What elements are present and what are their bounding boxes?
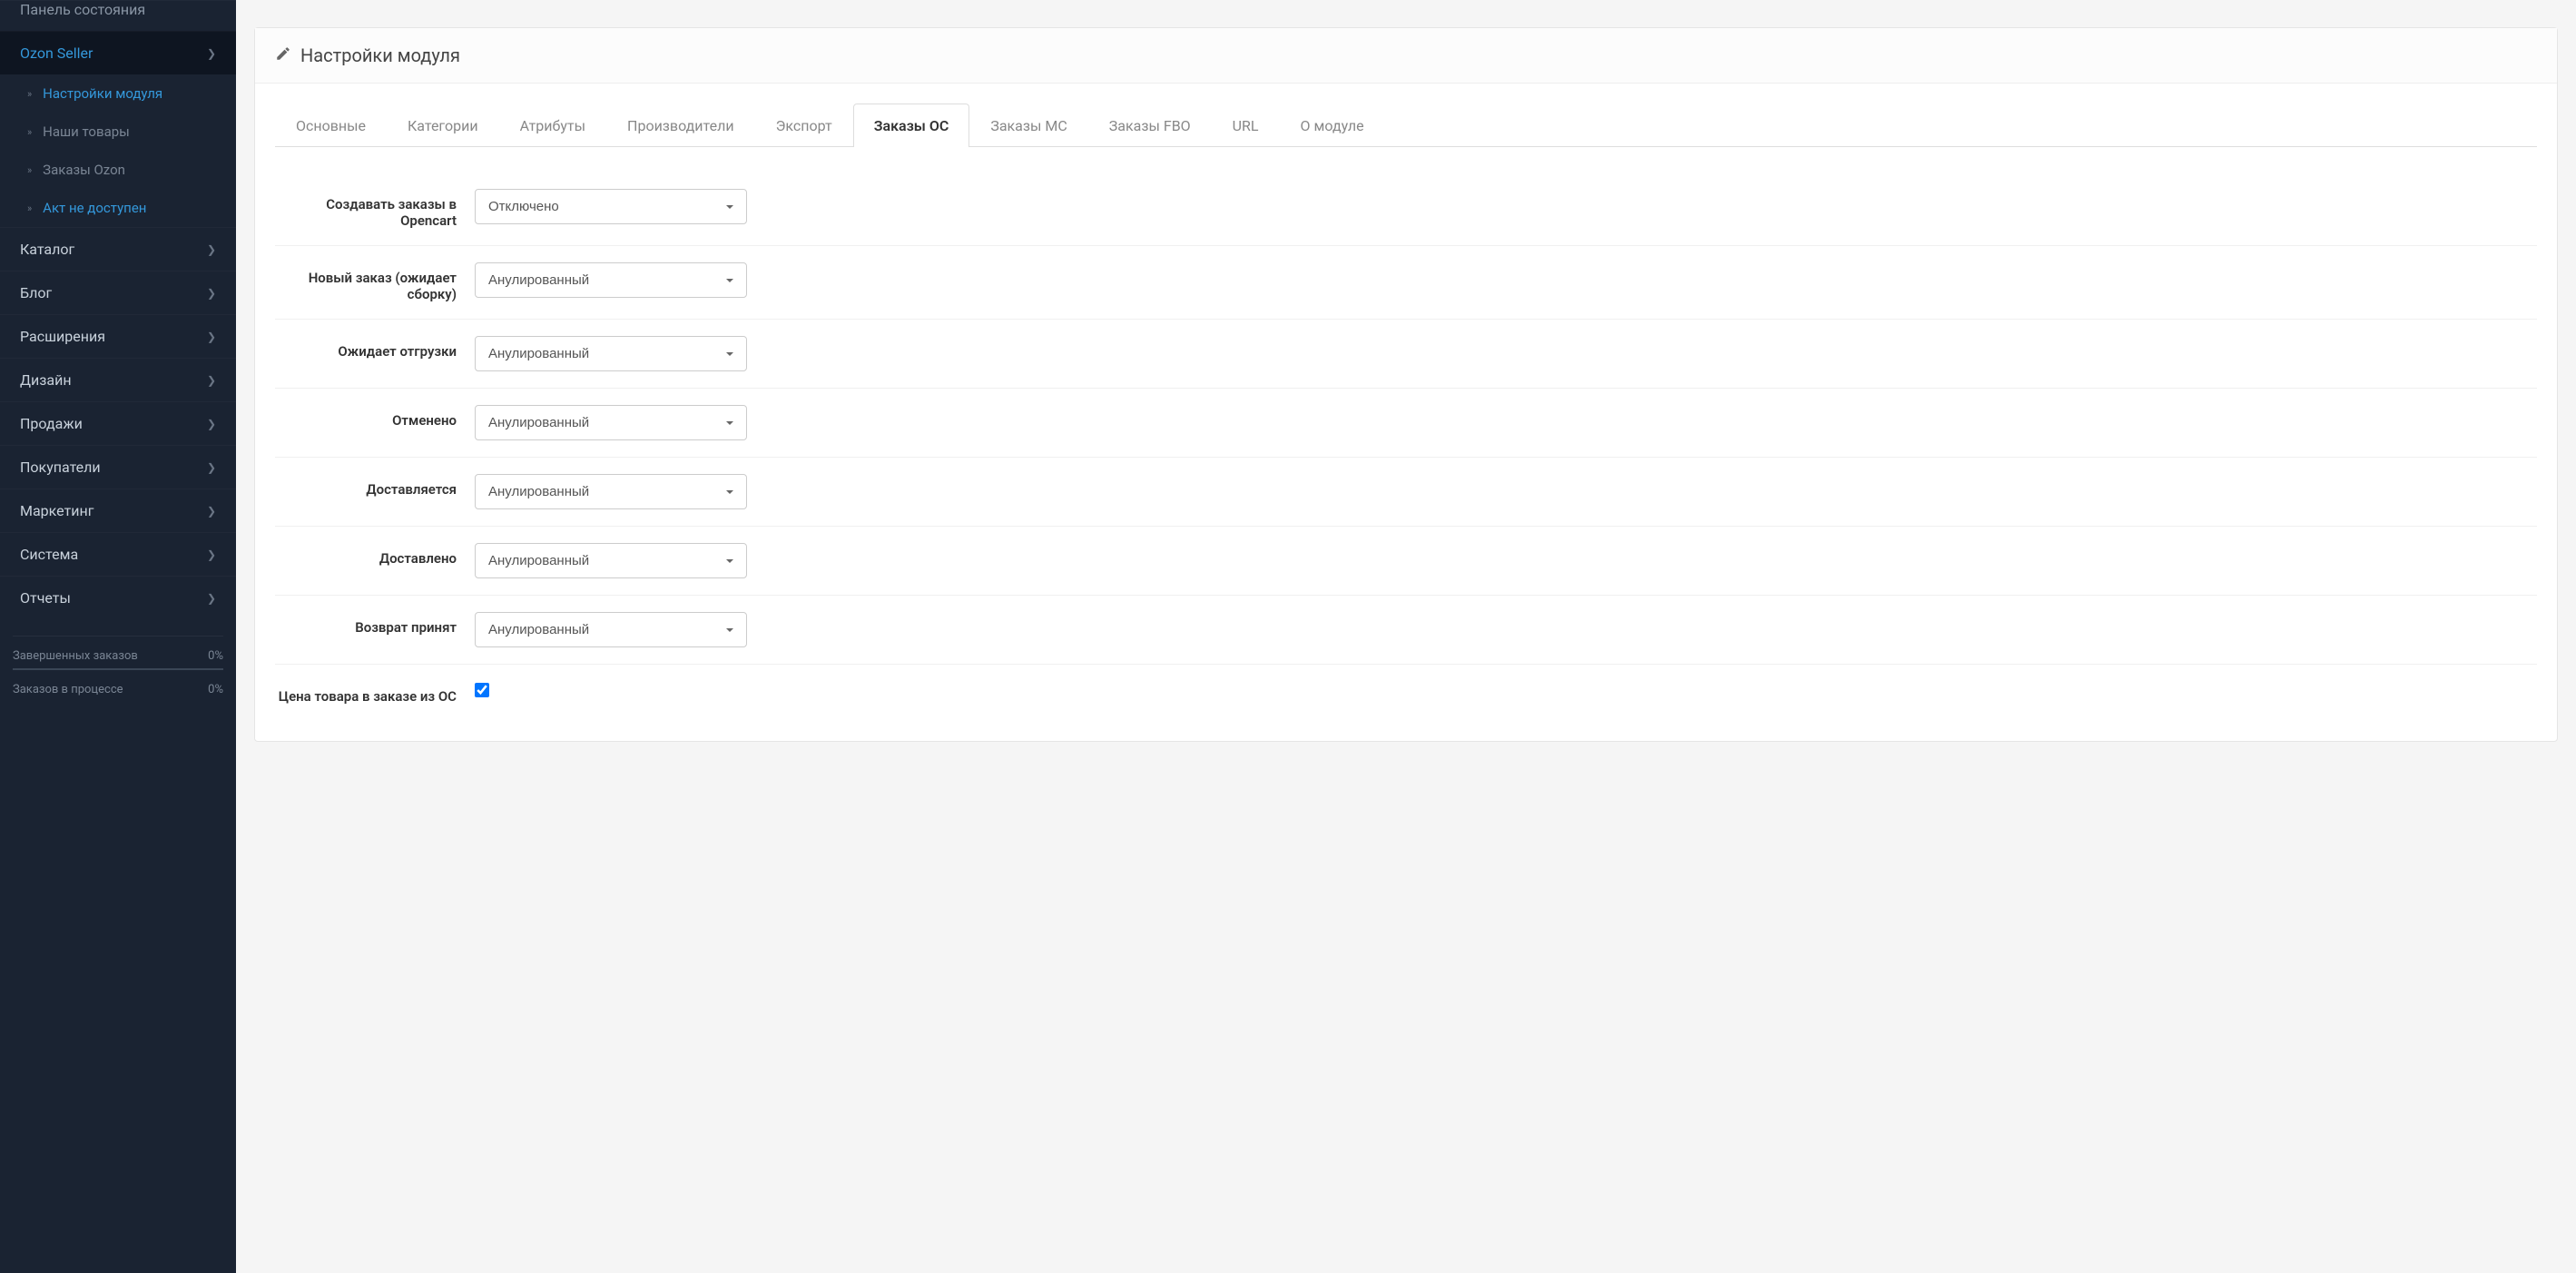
main-content: Настройки модуля Основные Категории Атри…: [236, 0, 2576, 1273]
sidebar-sub-our-products[interactable]: » Наши товары: [0, 113, 236, 151]
sidebar-stats: Завершенных заказов 0% Заказов в процесс…: [13, 636, 223, 702]
tab-categories[interactable]: Категории: [387, 104, 499, 147]
tabs: Основные Категории Атрибуты Производител…: [275, 104, 2537, 147]
sidebar-item-marketing[interactable]: Маркетинг ❯: [0, 488, 236, 532]
label-cancelled: Отменено: [275, 405, 475, 429]
sidebar: Панель состояния Ozon Seller ❯ » Настрой…: [0, 0, 236, 1273]
stat-value: 0%: [208, 683, 223, 696]
tab-orders-fbo[interactable]: Заказы FBO: [1088, 104, 1212, 147]
sidebar-item-label: Блог: [20, 284, 52, 301]
tab-orders-mc[interactable]: Заказы МС: [969, 104, 1087, 147]
sidebar-item-customers[interactable]: Покупатели ❯: [0, 445, 236, 488]
sidebar-item-blog[interactable]: Блог ❯: [0, 271, 236, 314]
chevron-right-icon: ❯: [207, 331, 216, 343]
chevron-right-icon: ❯: [207, 461, 216, 474]
row-create-orders: Создавать заказы в Opencart Отключено: [275, 173, 2537, 246]
sidebar-item-label: Ozon Seller: [20, 44, 93, 62]
tab-orders-oc[interactable]: Заказы ОС: [853, 104, 970, 147]
sidebar-item-label: Панель состояния: [20, 1, 145, 18]
row-delivering: Доставляется Анулированный: [275, 458, 2537, 527]
label-new-order: Новый заказ (ожидает сборку): [275, 262, 475, 302]
sidebar-item-label: Маркетинг: [20, 502, 93, 519]
sidebar-sub-settings[interactable]: » Настройки модуля: [0, 74, 236, 113]
sidebar-sub-orders-ozon[interactable]: » Заказы Ozon: [0, 151, 236, 189]
label-delivering: Доставляется: [275, 474, 475, 498]
chevron-right-icon: ❯: [207, 287, 216, 300]
sidebar-item-design[interactable]: Дизайн ❯: [0, 358, 236, 401]
panel-header: Настройки модуля: [255, 28, 2557, 84]
select-new-order[interactable]: Анулированный: [475, 262, 747, 298]
select-return-accepted[interactable]: Анулированный: [475, 612, 747, 647]
tab-export[interactable]: Экспорт: [755, 104, 853, 147]
label-delivered: Доставлено: [275, 543, 475, 567]
select-delivered[interactable]: Анулированный: [475, 543, 747, 578]
row-return-accepted: Возврат принят Анулированный: [275, 596, 2537, 665]
sidebar-item-label: Система: [20, 546, 78, 563]
tab-about[interactable]: О модуле: [1280, 104, 1385, 147]
select-cancelled[interactable]: Анулированный: [475, 405, 747, 440]
chevron-right-icon: ❯: [207, 374, 216, 387]
stat-in-progress-orders: Заказов в процессе 0%: [13, 683, 223, 696]
double-chevron-icon: »: [27, 164, 32, 176]
chevron-right-icon: ❯: [207, 505, 216, 518]
panel-body: Основные Категории Атрибуты Производител…: [255, 84, 2557, 741]
chevron-right-icon: ❯: [207, 548, 216, 561]
sidebar-item-label: Продажи: [20, 415, 83, 432]
sidebar-item-label: Акт не доступен: [43, 200, 216, 216]
panel-title: Настройки модуля: [300, 44, 460, 66]
stat-label: Завершенных заказов: [13, 649, 138, 663]
stat-bar: [13, 668, 223, 670]
label-create-orders: Создавать заказы в Opencart: [275, 189, 475, 229]
row-awaiting-ship: Ожидает отгрузки Анулированный: [275, 320, 2537, 389]
chevron-right-icon: ❯: [207, 418, 216, 430]
label-price-from-oc: Цена товара в заказе из ОС: [275, 681, 475, 705]
sidebar-sub-act-unavailable[interactable]: » Акт не доступен: [0, 189, 236, 227]
row-delivered: Доставлено Анулированный: [275, 527, 2537, 596]
sidebar-item-label: Дизайн: [20, 371, 72, 389]
sidebar-item-label: Наши товары: [43, 123, 216, 140]
double-chevron-icon: »: [27, 126, 32, 138]
tab-attributes[interactable]: Атрибуты: [499, 104, 606, 147]
stat-label: Заказов в процессе: [13, 683, 123, 696]
chevron-right-icon: ❯: [207, 592, 216, 605]
sidebar-item-catalog[interactable]: Каталог ❯: [0, 227, 236, 271]
sidebar-item-label: Расширения: [20, 328, 105, 345]
tab-manufacturers[interactable]: Производители: [606, 104, 755, 147]
double-chevron-icon: »: [27, 88, 32, 100]
sidebar-item-label: Заказы Ozon: [43, 162, 216, 178]
sidebar-item-extensions[interactable]: Расширения ❯: [0, 314, 236, 358]
sidebar-item-label: Покупатели: [20, 459, 101, 476]
label-return-accepted: Возврат принят: [275, 612, 475, 636]
sidebar-item-reports[interactable]: Отчеты ❯: [0, 576, 236, 619]
checkbox-price-from-oc[interactable]: [475, 683, 489, 697]
label-awaiting-ship: Ожидает отгрузки: [275, 336, 475, 360]
sidebar-item-label: Отчеты: [20, 589, 71, 607]
select-delivering[interactable]: Анулированный: [475, 474, 747, 509]
sidebar-item-dashboard[interactable]: Панель состояния: [0, 0, 236, 31]
sidebar-item-label: Настройки модуля: [43, 85, 216, 102]
tab-main[interactable]: Основные: [275, 104, 387, 147]
row-new-order: Новый заказ (ожидает сборку) Анулированн…: [275, 246, 2537, 320]
chevron-right-icon: ❯: [207, 243, 216, 256]
row-cancelled: Отменено Анулированный: [275, 389, 2537, 458]
chevron-right-icon: ❯: [207, 47, 216, 60]
stat-completed-orders: Завершенных заказов 0%: [13, 649, 223, 663]
tab-url[interactable]: URL: [1212, 104, 1280, 147]
stat-value: 0%: [208, 649, 223, 663]
select-create-orders[interactable]: Отключено: [475, 189, 747, 224]
sidebar-item-label: Каталог: [20, 241, 74, 258]
row-price-from-oc: Цена товара в заказе из ОС: [275, 665, 2537, 721]
pencil-icon: [275, 44, 291, 66]
settings-panel: Настройки модуля Основные Категории Атри…: [254, 27, 2558, 742]
double-chevron-icon: »: [27, 202, 32, 214]
sidebar-item-sales[interactable]: Продажи ❯: [0, 401, 236, 445]
sidebar-item-ozon-seller[interactable]: Ozon Seller ❯: [0, 31, 236, 74]
select-awaiting-ship[interactable]: Анулированный: [475, 336, 747, 371]
sidebar-item-system[interactable]: Система ❯: [0, 532, 236, 576]
